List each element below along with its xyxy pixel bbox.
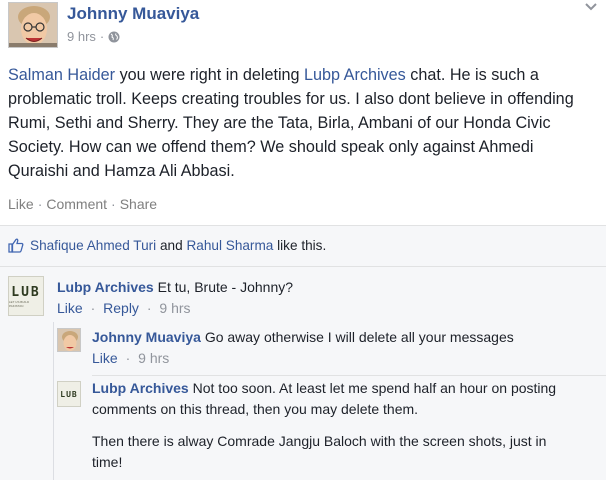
comment-timestamp[interactable]: 9 hrs	[159, 300, 190, 316]
comment-like-button[interactable]: Like	[57, 300, 83, 316]
share-button[interactable]: Share	[120, 196, 157, 212]
reply-like-button[interactable]: Like	[92, 350, 118, 366]
comment-author-name[interactable]: Lubp Archives	[57, 279, 154, 295]
post-timestamp[interactable]: 9 hrs	[67, 29, 96, 44]
reply: Lubp Archives Not too soon. At least let…	[92, 378, 572, 420]
reply-avatar-photo	[58, 329, 80, 351]
lub-logo-text: LUB	[60, 389, 78, 399]
chevron-down-icon[interactable]	[584, 2, 598, 12]
reply-text-paragraph: Then there is alway Comrade Jangju Baloc…	[92, 433, 547, 470]
post-meta: 9 hrs ·	[67, 29, 120, 44]
post-actions: Like · Comment · Share	[8, 196, 157, 212]
comment-button[interactable]: Comment	[46, 196, 107, 212]
liker-shafique-ahmed-turi[interactable]: Shafique Ahmed Turi	[30, 238, 156, 253]
reply-author-name[interactable]: Lubp Archives	[92, 380, 189, 396]
mention-lubp-archives[interactable]: Lubp Archives	[304, 66, 406, 84]
reply-text: Go away otherwise I will delete all your…	[204, 329, 514, 345]
reply-actions: Like · 9 hrs	[92, 350, 170, 366]
comment-actions: Like · Reply · 9 hrs	[57, 300, 191, 316]
reply-timestamp[interactable]: 9 hrs	[138, 350, 169, 366]
post-text-segment: you were right in deleting	[115, 66, 305, 84]
lub-logo-text: LUB	[11, 284, 41, 300]
author-avatar-photo	[9, 3, 57, 47]
lub-logo-subtext: LET US BUILD PAKISTAN	[9, 299, 30, 308]
reply-divider	[92, 375, 606, 376]
globe-icon[interactable]	[108, 31, 120, 43]
reply: Johnny Muaviya Go away otherwise I will …	[92, 327, 597, 348]
like-button[interactable]: Like	[8, 196, 34, 212]
reply-author-avatar[interactable]	[57, 328, 81, 352]
likes-suffix: like this.	[277, 237, 327, 253]
comment-text: Et tu, Brute - Johnny?	[157, 279, 294, 295]
reply-thread-line	[53, 322, 54, 480]
comment: Lubp Archives Et tu, Brute - Johnny?	[57, 277, 597, 298]
likes-summary: Shafique Ahmed Turi and Rahul Sharma lik…	[8, 237, 326, 253]
post-body: Salman Haider you were right in deleting…	[8, 63, 598, 183]
reply-author-name[interactable]: Johnny Muaviya	[92, 329, 201, 345]
action-separator: ·	[111, 196, 116, 212]
meta-separator: ·	[99, 29, 105, 44]
post-author-name[interactable]: Johnny Muaviya	[67, 4, 199, 24]
liker-rahul-sharma[interactable]: Rahul Sharma	[186, 238, 273, 253]
thumbs-up-icon	[8, 238, 24, 253]
likes-and: and	[159, 237, 183, 253]
mention-salman-haider[interactable]: Salman Haider	[8, 66, 115, 84]
lubp-archives-avatar[interactable]: LUB LET US BUILD PAKISTAN	[8, 276, 44, 316]
action-separator: ·	[37, 196, 43, 212]
author-avatar[interactable]	[8, 2, 58, 48]
lubp-archives-avatar[interactable]: LUB	[57, 381, 81, 407]
comment-reply-button[interactable]: Reply	[103, 300, 139, 316]
